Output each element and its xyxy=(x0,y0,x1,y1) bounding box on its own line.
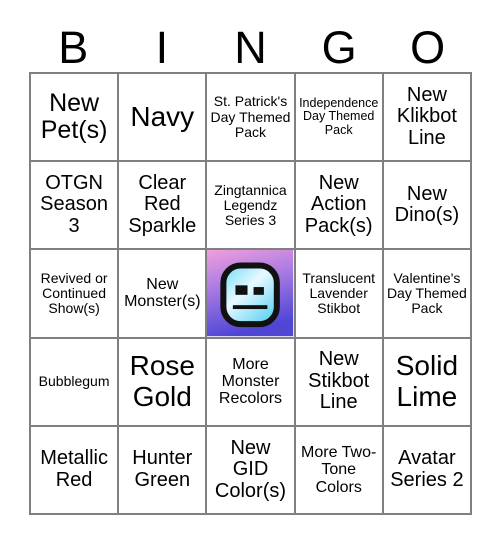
header-letter-g: G xyxy=(321,22,357,73)
bingo-cell[interactable]: Independence Day Themed Pack xyxy=(295,74,384,163)
bingo-cell[interactable]: New GID Color(s) xyxy=(207,426,296,515)
bingo-cell-label: Navy xyxy=(130,100,195,132)
bingo-cell[interactable]: New Monster(s) xyxy=(119,250,208,339)
bingo-cell-label: New Monster(s) xyxy=(124,276,201,311)
bingo-cell[interactable]: Revived or Continued Show(s) xyxy=(31,250,120,339)
bingo-cell[interactable]: Clear Red Sparkle xyxy=(119,162,208,251)
bingo-cell[interactable]: Hunter Green xyxy=(119,426,208,515)
bingo-free-space-cell[interactable] xyxy=(207,250,296,339)
bingo-cell-label: New Action Pack(s) xyxy=(304,171,373,238)
bingo-cell-label: Translucent Lavender Stikbot xyxy=(302,269,375,317)
bingo-cell-label: New Stikbot Line xyxy=(308,348,370,414)
bingo-cell-label: OTGN Season 3 xyxy=(40,171,109,238)
bingo-cell-label: Solid Lime xyxy=(395,350,459,412)
bingo-cell-label: New Dino(s) xyxy=(394,182,460,227)
bingo-header: B I N G O xyxy=(29,14,472,72)
bingo-cell-label: Metallic Red xyxy=(40,447,108,491)
bingo-cell-label: Zingtannica Legendz Series 3 xyxy=(214,181,287,228)
bingo-cell[interactable]: Zingtannica Legendz Series 3 xyxy=(207,162,296,251)
bingo-cell[interactable]: Rose Gold xyxy=(119,338,208,427)
bingo-cell[interactable]: Bubblegum xyxy=(31,338,120,427)
bingo-cell-label: Independence Day Themed Pack xyxy=(299,95,379,137)
header-letter-b: B xyxy=(58,22,89,73)
bingo-cell[interactable]: New Dino(s) xyxy=(383,162,472,251)
bingo-cell-label: New Klikbot Line xyxy=(396,83,457,149)
bingo-cell[interactable]: Valentine's Day Themed Pack xyxy=(383,250,472,339)
bingo-cell-label: St. Patrick's Day Themed Pack xyxy=(210,93,291,140)
bingo-cell[interactable]: St. Patrick's Day Themed Pack xyxy=(207,74,296,163)
bingo-cell-label: Hunter Green xyxy=(132,447,193,491)
bingo-cell-label: Rose Gold xyxy=(129,350,195,412)
bingo-grid: New Pet(s) Navy St. Patrick's Day Themed… xyxy=(29,72,472,515)
header-letter-o: O xyxy=(410,22,446,73)
bingo-cell-label: More Monster Recolors xyxy=(218,355,283,408)
bingo-cell[interactable]: New Stikbot Line xyxy=(295,338,384,427)
bingo-cell[interactable]: More Monster Recolors xyxy=(207,338,296,427)
header-letter-i: I xyxy=(155,22,169,73)
bingo-cell-label: New GID Color(s) xyxy=(214,436,287,502)
header-letter-n: N xyxy=(234,22,267,73)
bingo-card: B I N G O New Pet(s) Navy St. Patrick's … xyxy=(0,0,500,544)
bingo-cell-label: More Two-Tone Colors xyxy=(301,443,377,496)
bingo-cell[interactable]: New Pet(s) xyxy=(31,74,120,163)
bingo-cell-label: Revived or Continued Show(s) xyxy=(40,269,108,317)
bingo-cell-label: Avatar Series 2 xyxy=(390,447,464,491)
bingo-cell[interactable]: OTGN Season 3 xyxy=(31,162,120,251)
bingo-cell[interactable]: Solid Lime xyxy=(383,338,472,427)
stikbot-head-icon xyxy=(207,250,294,337)
bingo-cell[interactable]: Metallic Red xyxy=(31,426,120,515)
bingo-cell-label: Valentine's Day Themed Pack xyxy=(386,269,467,317)
bingo-cell-label: Clear Red Sparkle xyxy=(128,171,197,238)
bingo-cell[interactable]: Avatar Series 2 xyxy=(383,426,472,515)
bingo-cell[interactable]: New Klikbot Line xyxy=(383,74,472,163)
bingo-cell[interactable]: Translucent Lavender Stikbot xyxy=(295,250,384,339)
bingo-cell[interactable]: Navy xyxy=(119,74,208,163)
bingo-cell[interactable]: More Two-Tone Colors xyxy=(295,426,384,515)
bingo-cell-label: Bubblegum xyxy=(38,373,110,390)
bingo-cell[interactable]: New Action Pack(s) xyxy=(295,162,384,251)
bingo-cell-label: New Pet(s) xyxy=(40,89,108,145)
